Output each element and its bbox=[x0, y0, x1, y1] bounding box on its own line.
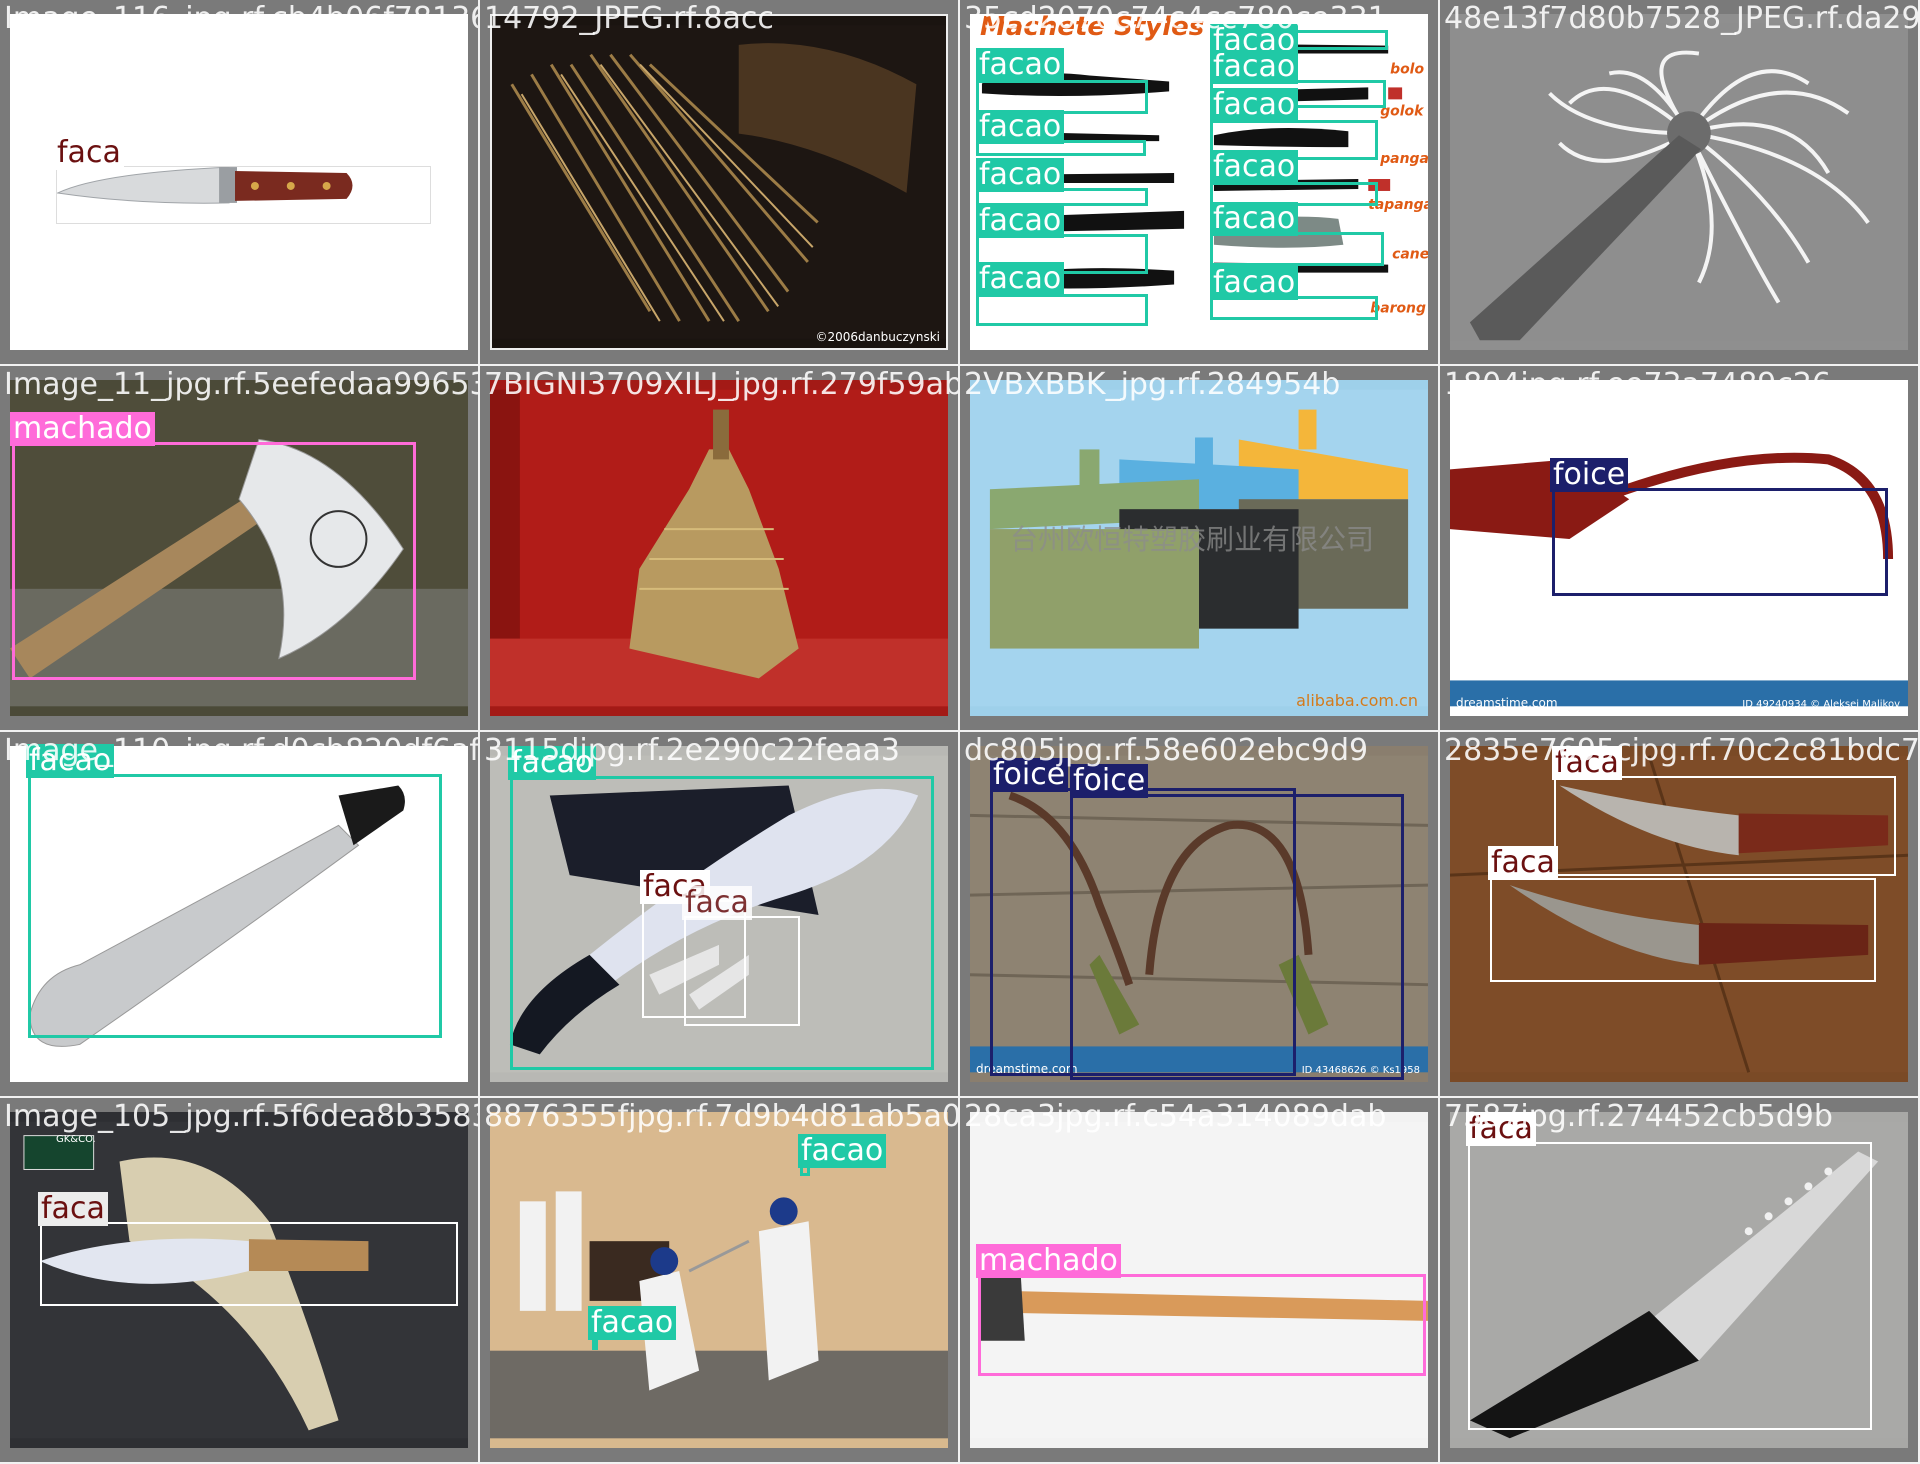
svg-text:panga: panga bbox=[1379, 151, 1428, 167]
label-facao: facao bbox=[26, 744, 115, 778]
label-facao: facao bbox=[976, 204, 1065, 238]
label-facao: facao bbox=[1210, 266, 1299, 300]
grid-cell: faca Image_116_jpg.rf.cb4b06f78136b55280… bbox=[0, 0, 480, 366]
grid-cell: dreamstime.com ID 43468626 © Ks1958 foic… bbox=[960, 732, 1440, 1098]
grid-cell: facao Image_110_jpg.rf.d0cb820df6af5 bbox=[0, 732, 480, 1098]
grid-cell: machado Image_11_jpg.rf.5eefedaa996534 bbox=[0, 366, 480, 732]
bounding-box-foice bbox=[1552, 488, 1888, 596]
svg-text:golok: golok bbox=[1380, 103, 1424, 119]
label-foice: foice bbox=[1070, 764, 1149, 798]
image-grid: faca Image_116_jpg.rf.cb4b06f78136b55280… bbox=[0, 0, 1920, 1464]
bounding-box-machado bbox=[978, 1274, 1426, 1376]
label-facao: facao bbox=[588, 1306, 677, 1340]
bounding-box-faca bbox=[56, 166, 431, 224]
bounding-box-faca bbox=[1490, 878, 1876, 982]
grid-cell: 48e13f7d80b7528_JPEG.rf.da29 bbox=[1440, 0, 1920, 366]
alibaba-watermark: alibaba.com.cn bbox=[1296, 691, 1418, 710]
photo bbox=[1450, 14, 1908, 350]
label-faca: faca bbox=[1466, 1112, 1536, 1146]
label-facao: facao bbox=[976, 110, 1065, 144]
bounding-box-faca bbox=[684, 916, 800, 1026]
label-facao: facao bbox=[976, 262, 1065, 296]
label-machado: machado bbox=[10, 412, 155, 446]
grid-cell: 7BIGNI3709XILJ_jpg.rf.279f59ab bbox=[480, 366, 960, 732]
svg-text:bolo: bolo bbox=[1390, 61, 1424, 77]
label-foice: foice bbox=[1550, 458, 1629, 492]
copyright-watermark: ©2006danbuczynski bbox=[815, 330, 940, 344]
label-faca: faca bbox=[682, 886, 752, 920]
photo: ©2006danbuczynski bbox=[490, 14, 948, 350]
bounding-box-facao bbox=[976, 294, 1148, 326]
bounding-box-faca bbox=[1468, 1142, 1872, 1430]
grid-cell: ©2006danbuczynski 14792_JPEG.rf.8acc bbox=[480, 0, 960, 366]
photo: 台州欧恒特塑胶刷业有限公司 alibaba.com.cn bbox=[970, 380, 1428, 716]
grid-cell: bologolok pangatapanga canebarong bowie … bbox=[960, 0, 1440, 366]
label-faca: faca bbox=[1552, 746, 1622, 780]
bounding-box-faca bbox=[40, 1222, 458, 1306]
bounding-box-facao bbox=[1210, 232, 1384, 266]
label-faca: faca bbox=[1488, 846, 1558, 880]
label-facao: facao bbox=[508, 746, 597, 780]
label-facao: facao bbox=[1210, 88, 1299, 122]
label-faca: faca bbox=[38, 1192, 108, 1226]
svg-text:cane: cane bbox=[1392, 247, 1428, 263]
bounding-box-foice bbox=[1070, 794, 1404, 1080]
grid-cell: GK&CO. faca Image_105_jpg.rf.5f6dea8b358… bbox=[0, 1098, 480, 1464]
grid-cell: faca 7587jpg.rf.274452cb5d9b bbox=[1440, 1098, 1920, 1464]
chinese-watermark: 台州欧恒特塑胶刷业有限公司 bbox=[1010, 523, 1375, 556]
broom-image bbox=[492, 25, 946, 339]
label-machado: machado bbox=[976, 1244, 1121, 1278]
bounding-box-faca bbox=[1554, 776, 1896, 876]
label-facao: facao bbox=[798, 1134, 887, 1168]
dreamstime-id: ID 49240934 © Aleksei Malikov bbox=[1742, 699, 1900, 710]
chart-title: Machete Styles bbox=[980, 14, 1205, 42]
svg-text:barong: barong bbox=[1370, 300, 1426, 316]
grid-cell: machado 28ca3jpg.rf.c54a314089dab bbox=[960, 1098, 1440, 1464]
broom-red-image bbox=[490, 389, 948, 707]
label-facao: facao bbox=[976, 48, 1065, 82]
label-facao: facao bbox=[1210, 202, 1299, 236]
label-facao: facao bbox=[1210, 150, 1299, 184]
label-faca: faca bbox=[54, 136, 124, 170]
grid-cell: faca faca 2835e7695cjpg.rf.70c2c81bdc78 bbox=[1440, 732, 1920, 1098]
label-facao: facao bbox=[976, 158, 1065, 192]
grid-cell: dreamstime.com ID 49240934 © Aleksei Mal… bbox=[1440, 366, 1920, 732]
bounding-box-machado bbox=[12, 442, 416, 680]
label-facao: facao bbox=[1210, 50, 1299, 84]
bounding-box-facao bbox=[28, 774, 442, 1038]
grid-cell: 台州欧恒特塑胶刷业有限公司 alibaba.com.cn 2VBXBBK_jpg… bbox=[960, 366, 1440, 732]
dreamstime-watermark: dreamstime.com bbox=[1456, 696, 1558, 710]
mop-image bbox=[1450, 23, 1908, 341]
brand-logo-text: GK&CO. bbox=[56, 1134, 96, 1145]
label-foice: foice bbox=[990, 758, 1069, 792]
grid-cell: facao faca faca 3115djpg.rf.2e290c22feaa… bbox=[480, 732, 960, 1098]
grid-cell: facao facao 8876355fjpg.rf.7d9b4d81ab5a0 bbox=[480, 1098, 960, 1464]
photo bbox=[490, 380, 948, 716]
